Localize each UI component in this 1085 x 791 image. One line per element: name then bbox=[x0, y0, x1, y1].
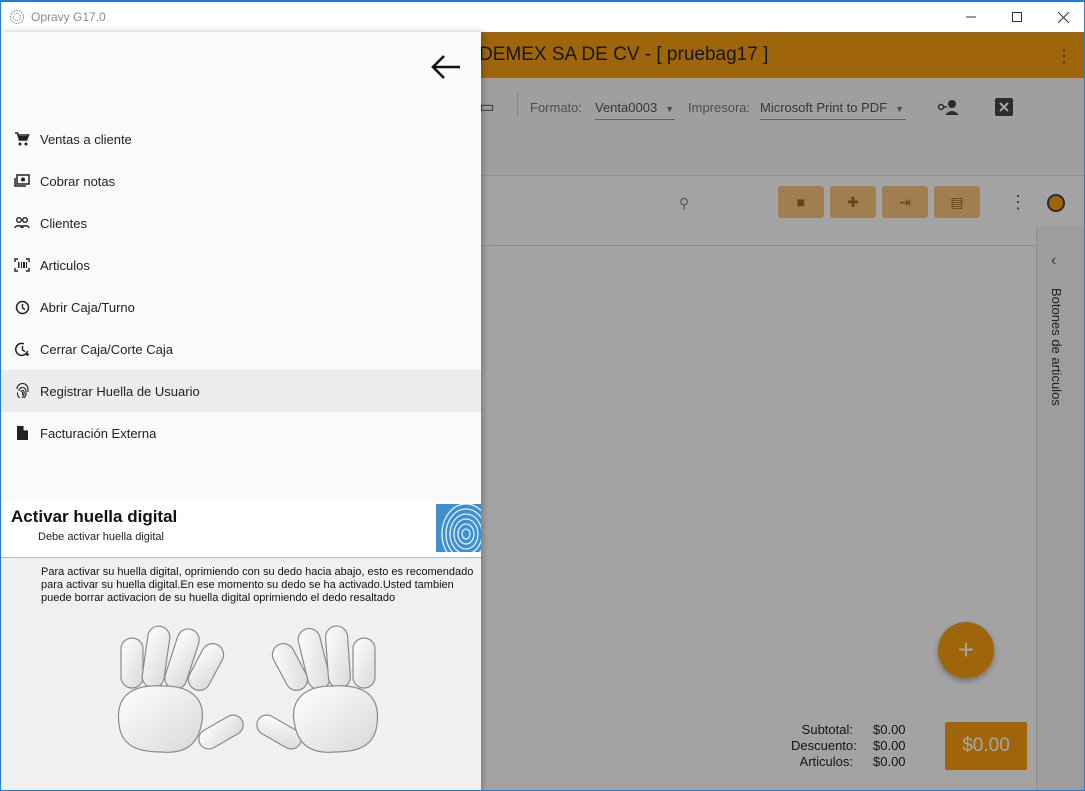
menu-item-label: Clientes bbox=[40, 215, 87, 231]
menu-item-label: Cobrar notas bbox=[40, 173, 116, 189]
menu-item-facturacion[interactable]: Facturación Externa bbox=[1, 412, 481, 454]
menu-item-label: Articulos bbox=[40, 257, 90, 273]
drawer-menu: Ventas a cliente Cobrar notas Clientes A… bbox=[1, 118, 481, 454]
fingerprint-dialog-header: Activar huella digital Debe activar huel… bbox=[1, 501, 481, 558]
menu-item-clientes[interactable]: Clientes bbox=[1, 202, 481, 244]
close-icon bbox=[1057, 11, 1069, 23]
right-palm bbox=[293, 685, 379, 753]
menu-item-label: Abrir Caja/Turno bbox=[40, 299, 135, 315]
menu-item-label: Cerrar Caja/Corte Caja bbox=[40, 341, 173, 357]
fingerprint-dialog-body: Para activar su huella digital, oprimien… bbox=[1, 558, 481, 790]
menu-item-articulos[interactable]: Articulos bbox=[1, 244, 481, 286]
app-logo-icon bbox=[10, 10, 24, 24]
document-icon bbox=[13, 424, 31, 442]
fingerprint-instructions: Para activar su huella digital, oprimien… bbox=[41, 566, 474, 604]
navigation-drawer: Ventas a cliente Cobrar notas Clientes A… bbox=[1, 32, 481, 790]
menu-item-cobrar[interactable]: Cobrar notas bbox=[1, 160, 481, 202]
maximize-button[interactable] bbox=[994, 2, 1040, 32]
minimize-button[interactable] bbox=[948, 2, 994, 32]
back-arrow-icon[interactable] bbox=[429, 52, 463, 82]
cart-icon bbox=[13, 130, 31, 148]
menu-item-registrar-huella[interactable]: Registrar Huella de Usuario bbox=[1, 370, 481, 412]
menu-item-ventas[interactable]: Ventas a cliente bbox=[1, 118, 481, 160]
maximize-icon bbox=[1012, 12, 1022, 22]
left-palm bbox=[117, 685, 203, 753]
menu-item-abrir-caja[interactable]: Abrir Caja/Turno bbox=[1, 286, 481, 328]
clock-off-icon bbox=[13, 340, 31, 358]
menu-item-label: Registrar Huella de Usuario bbox=[40, 383, 200, 399]
fingerprint-dialog-subtitle: Debe activar huella digital bbox=[38, 531, 164, 543]
people-icon bbox=[13, 214, 31, 232]
right-pinky-finger[interactable] bbox=[352, 637, 376, 689]
application-window: Opravy G17.0 DEMEX SA DE CV - [ pruebag1… bbox=[0, 0, 1085, 791]
fingerprint-icon bbox=[13, 382, 31, 400]
menu-item-label: Facturación Externa bbox=[40, 425, 157, 441]
right-ring-finger[interactable] bbox=[325, 625, 351, 689]
menu-item-label: Ventas a cliente bbox=[40, 131, 132, 147]
menu-item-cerrar-caja[interactable]: Cerrar Caja/Corte Caja bbox=[1, 328, 481, 370]
minimize-icon bbox=[966, 16, 976, 18]
title-bar: Opravy G17.0 bbox=[1, 2, 1084, 32]
hands-diagram bbox=[117, 625, 379, 753]
clock-icon bbox=[13, 298, 31, 316]
money-icon bbox=[13, 172, 31, 190]
fingerprint-image-icon bbox=[436, 504, 481, 552]
fingerprint-dialog-title: Activar huella digital bbox=[11, 507, 178, 526]
barcode-icon bbox=[13, 256, 31, 274]
window-title: Opravy G17.0 bbox=[31, 10, 106, 24]
close-button[interactable] bbox=[1040, 2, 1084, 32]
left-pinky-finger[interactable] bbox=[120, 637, 144, 689]
